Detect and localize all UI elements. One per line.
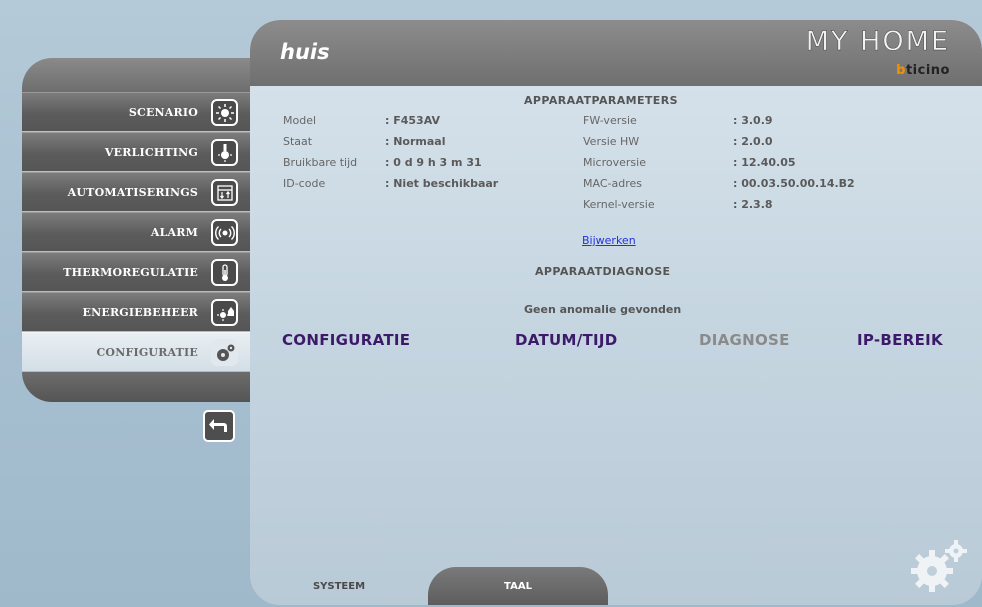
tab-datum-tijd[interactable]: DATUM/TIJD (515, 331, 618, 349)
sidebar-menu: SCENARIO VERLICHTING AUTOMATISERINGS ALA… (22, 92, 250, 372)
param-row: Staat: Normaal (283, 135, 446, 148)
sidebar-item-label: THERMOREGULATIE (63, 265, 198, 279)
sidebar-item-alarm[interactable]: ALARM (22, 212, 250, 251)
main-panel: huis MY HOME bticino APPARAATPARAMETERS … (250, 20, 982, 605)
tab-ip-bereik[interactable]: IP-BEREIK (857, 331, 943, 349)
param-row: Model: F453AV (283, 114, 440, 127)
update-link[interactable]: Bijwerken (582, 234, 636, 247)
sidebar-footer (22, 372, 250, 402)
sidebar-item-automatiserings[interactable]: AUTOMATISERINGS (22, 172, 250, 211)
sidebar-item-label: ALARM (150, 225, 198, 239)
sidebar-item-thermoregulatie[interactable]: THERMOREGULATIE (22, 252, 250, 291)
tab-systeem[interactable]: SYSTEEM (250, 567, 428, 605)
sidebar-item-label: CONFIGURATIE (96, 345, 198, 359)
sidebar-item-energiebeheer[interactable]: ENERGIEBEHEER (22, 292, 250, 331)
tab-taal[interactable]: TAAL (428, 567, 608, 605)
scenario-icon (211, 99, 238, 126)
diagnostics-result: Geen anomalie gevonden (524, 303, 682, 316)
params-right: FW-versie: 3.0.9 Versie HW: 2.0.0 Microv… (583, 110, 855, 215)
params-left: Model: F453AV Staat: Normaal Bruikbare t… (283, 110, 498, 194)
energy-icon (211, 299, 238, 326)
shutter-icon (211, 179, 238, 206)
tab-diagnose: DIAGNOSE (699, 331, 790, 349)
param-row: Microversie: 12.40.05 (583, 156, 796, 169)
back-button[interactable] (203, 410, 235, 442)
sidebar-item-label: SCENARIO (128, 105, 198, 119)
gear-icon (211, 339, 238, 366)
sidebar-item-configuratie[interactable]: CONFIGURATIE (22, 332, 250, 371)
params-title: APPARAATPARAMETERS (524, 94, 678, 107)
param-row: MAC-adres: 00.03.50.00.14.B2 (583, 177, 855, 190)
sidebar-item-label: VERLICHTING (104, 145, 198, 159)
lightbulb-icon (211, 139, 238, 166)
param-row: Versie HW: 2.0.0 (583, 135, 773, 148)
bticino-logo: bticino (896, 63, 950, 78)
tab-configuratie[interactable]: CONFIGURATIE (282, 331, 410, 349)
alarm-icon (211, 219, 238, 246)
param-row: Kernel-versie: 2.3.8 (583, 198, 773, 211)
sidebar-item-label: AUTOMATISERINGS (67, 185, 198, 199)
back-arrow-icon (209, 419, 227, 432)
thermometer-icon (211, 259, 238, 286)
sidebar-item-label: ENERGIEBEHEER (82, 305, 198, 319)
main-header: huis MY HOME bticino (250, 20, 982, 86)
page-title: huis (280, 40, 330, 64)
param-row: FW-versie: 3.0.9 (583, 114, 773, 127)
bottom-tabs: SYSTEEM TAAL (250, 567, 982, 605)
myhome-logo: MY HOME (805, 26, 950, 57)
gear-icon (911, 540, 967, 592)
sidebar-header (22, 58, 250, 92)
diagnostics-title: APPARAATDIAGNOSE (535, 265, 671, 278)
param-row: ID-code: Niet beschikbaar (283, 177, 499, 190)
sidebar-item-scenario[interactable]: SCENARIO (22, 92, 250, 131)
param-row: Bruikbare tijd: 0 d 9 h 3 m 31 (283, 156, 482, 169)
sidebar-item-verlichting[interactable]: VERLICHTING (22, 132, 250, 171)
